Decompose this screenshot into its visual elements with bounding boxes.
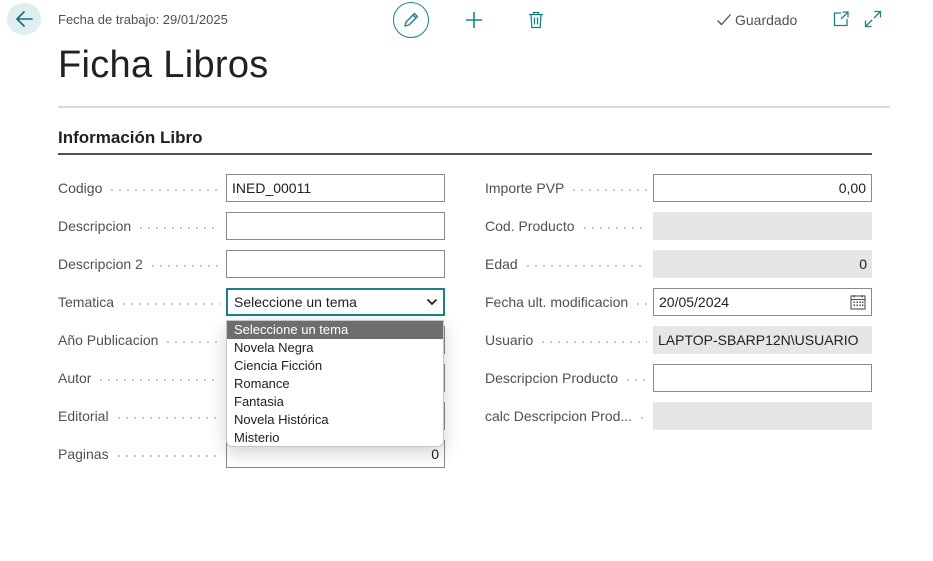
saved-status: Guardado <box>716 12 797 28</box>
field-label-editorial: Editorial <box>58 402 222 430</box>
field-label-usuario: Usuario <box>485 326 649 354</box>
fecha-ult-modificacion-value: 20/05/2024 <box>659 294 730 310</box>
field-label-descripcion-producto: Descripcion Producto <box>485 364 649 392</box>
field-label-descripcion: Descripcion <box>58 212 222 240</box>
codigo-input[interactable]: INED_00011 <box>226 174 445 202</box>
field-label-calc-descripcion-producto: calc Descripcion Prod... <box>485 402 649 430</box>
popout-button[interactable] <box>832 10 852 30</box>
work-date: Fecha de trabajo: 29/01/2025 <box>58 12 228 27</box>
saved-label: Guardado <box>735 12 798 28</box>
importe-pvp-input[interactable]: 0,00 <box>653 174 872 202</box>
field-label-autor: Autor <box>58 364 222 392</box>
descripcion-producto-input[interactable] <box>653 364 872 392</box>
field-label-importe-pvp: Importe PVP <box>485 174 649 202</box>
tematica-option[interactable]: Novela Negra <box>227 339 443 357</box>
checkmark-icon <box>717 14 731 26</box>
cod-producto-field <box>653 212 872 240</box>
descripcion-2-input[interactable] <box>226 250 445 278</box>
tematica-option[interactable]: Romance <box>227 375 443 393</box>
trash-icon <box>529 11 543 29</box>
title-divider <box>58 106 890 108</box>
tematica-option[interactable]: Fantasia <box>227 393 443 411</box>
field-label-paginas: Paginas <box>58 440 222 468</box>
field-label-fecha-ult-modificacion: Fecha ult. modificacion <box>485 288 649 316</box>
expand-button[interactable] <box>864 10 884 30</box>
tematica-option[interactable]: Novela Histórica <box>227 411 443 429</box>
pencil-icon <box>404 12 419 27</box>
section-title: Información Libro <box>58 128 203 147</box>
section-divider <box>58 153 872 155</box>
field-label-codigo: Codigo <box>58 174 222 202</box>
back-arrow-icon <box>16 11 33 27</box>
delete-button[interactable] <box>524 8 548 32</box>
back-button[interactable] <box>7 3 41 35</box>
field-label-edad: Edad <box>485 250 649 278</box>
descripcion-input[interactable] <box>226 212 445 240</box>
new-button[interactable] <box>462 8 486 32</box>
page-title: Ficha Libros <box>58 44 269 86</box>
chevron-down-icon <box>426 298 438 306</box>
calendar-icon[interactable] <box>850 294 866 310</box>
calc-descripcion-producto-field <box>653 402 872 430</box>
field-label-cod-producto: Cod. Producto <box>485 212 649 240</box>
tematica-dropdown-list[interactable]: Seleccione un tema Novela Negra Ciencia … <box>226 320 444 447</box>
tematica-option[interactable]: Ciencia Ficción <box>227 357 443 375</box>
tematica-select[interactable]: Seleccione un tema <box>226 288 445 316</box>
usuario-field: LAPTOP-SBARP12N\USUARIO <box>653 326 872 354</box>
field-label-descripcion-2: Descripcion 2 <box>58 250 222 278</box>
edit-button[interactable] <box>393 2 429 38</box>
expand-icon <box>864 10 882 28</box>
tematica-option[interactable]: Misterio <box>227 429 443 446</box>
popout-icon <box>833 11 849 27</box>
plus-icon <box>466 12 482 28</box>
field-label-ano-publicacion: Año Publicacion <box>58 326 222 354</box>
fecha-ult-modificacion-input[interactable]: 20/05/2024 <box>653 288 872 316</box>
edad-field: 0 <box>653 250 872 278</box>
tematica-option[interactable]: Seleccione un tema <box>227 321 443 339</box>
tematica-selected-value: Seleccione un tema <box>234 294 357 310</box>
field-label-tematica: Tematica <box>58 288 222 316</box>
